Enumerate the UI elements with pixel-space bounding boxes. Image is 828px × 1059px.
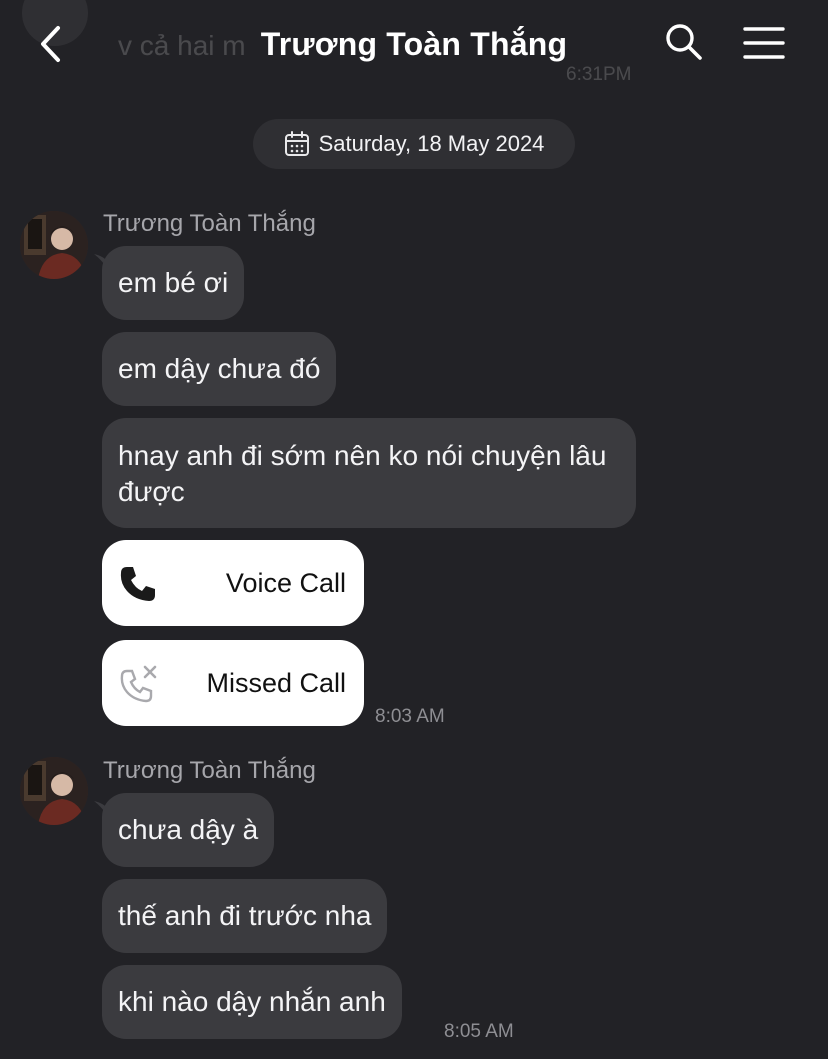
- message-bubble[interactable]: em bé ơi: [102, 246, 245, 320]
- message-bubble[interactable]: hnay anh đi sớm nên ko nói chuyện lâu đư…: [102, 418, 636, 528]
- avatar-photo: [20, 211, 88, 279]
- message-bubble[interactable]: em dậy chưa đó: [102, 332, 337, 406]
- message-time: 8:03 AM: [375, 706, 445, 727]
- message-bubble[interactable]: chưa dậy à: [102, 793, 275, 867]
- sender-avatar[interactable]: [20, 757, 88, 825]
- menu-button[interactable]: [742, 24, 786, 62]
- hamburger-menu-icon: [743, 27, 785, 59]
- voice-call-card[interactable]: Voice Call: [102, 540, 364, 626]
- date-separator: Saturday, 18 May 2024: [253, 119, 575, 169]
- search-button[interactable]: [664, 22, 704, 62]
- phone-icon: [120, 567, 155, 601]
- message-bubble[interactable]: thế anh đi trước nha: [102, 879, 388, 953]
- message-time: 8:05 AM: [444, 1021, 514, 1042]
- preview-time: 6:31PM: [566, 64, 632, 85]
- sender-avatar[interactable]: [20, 211, 88, 279]
- date-label: Saturday, 18 May 2024: [318, 131, 545, 156]
- avatar-photo: [20, 757, 88, 825]
- sender-name: Trương Toàn Thắng: [103, 210, 316, 237]
- missed-call-card[interactable]: Missed Call: [102, 640, 364, 726]
- calendar-icon: [284, 131, 309, 156]
- search-icon: [666, 24, 702, 60]
- call-label: Voice Call: [225, 568, 346, 598]
- missed-call-icon: [120, 665, 157, 703]
- call-label: Missed Call: [206, 668, 346, 698]
- sender-name: Trương Toàn Thắng: [103, 757, 316, 784]
- chat-header: v cả hai m 6:31PM Trương Toàn Thắng: [0, 0, 828, 92]
- message-bubble[interactable]: khi nào dậy nhắn anh: [102, 965, 402, 1039]
